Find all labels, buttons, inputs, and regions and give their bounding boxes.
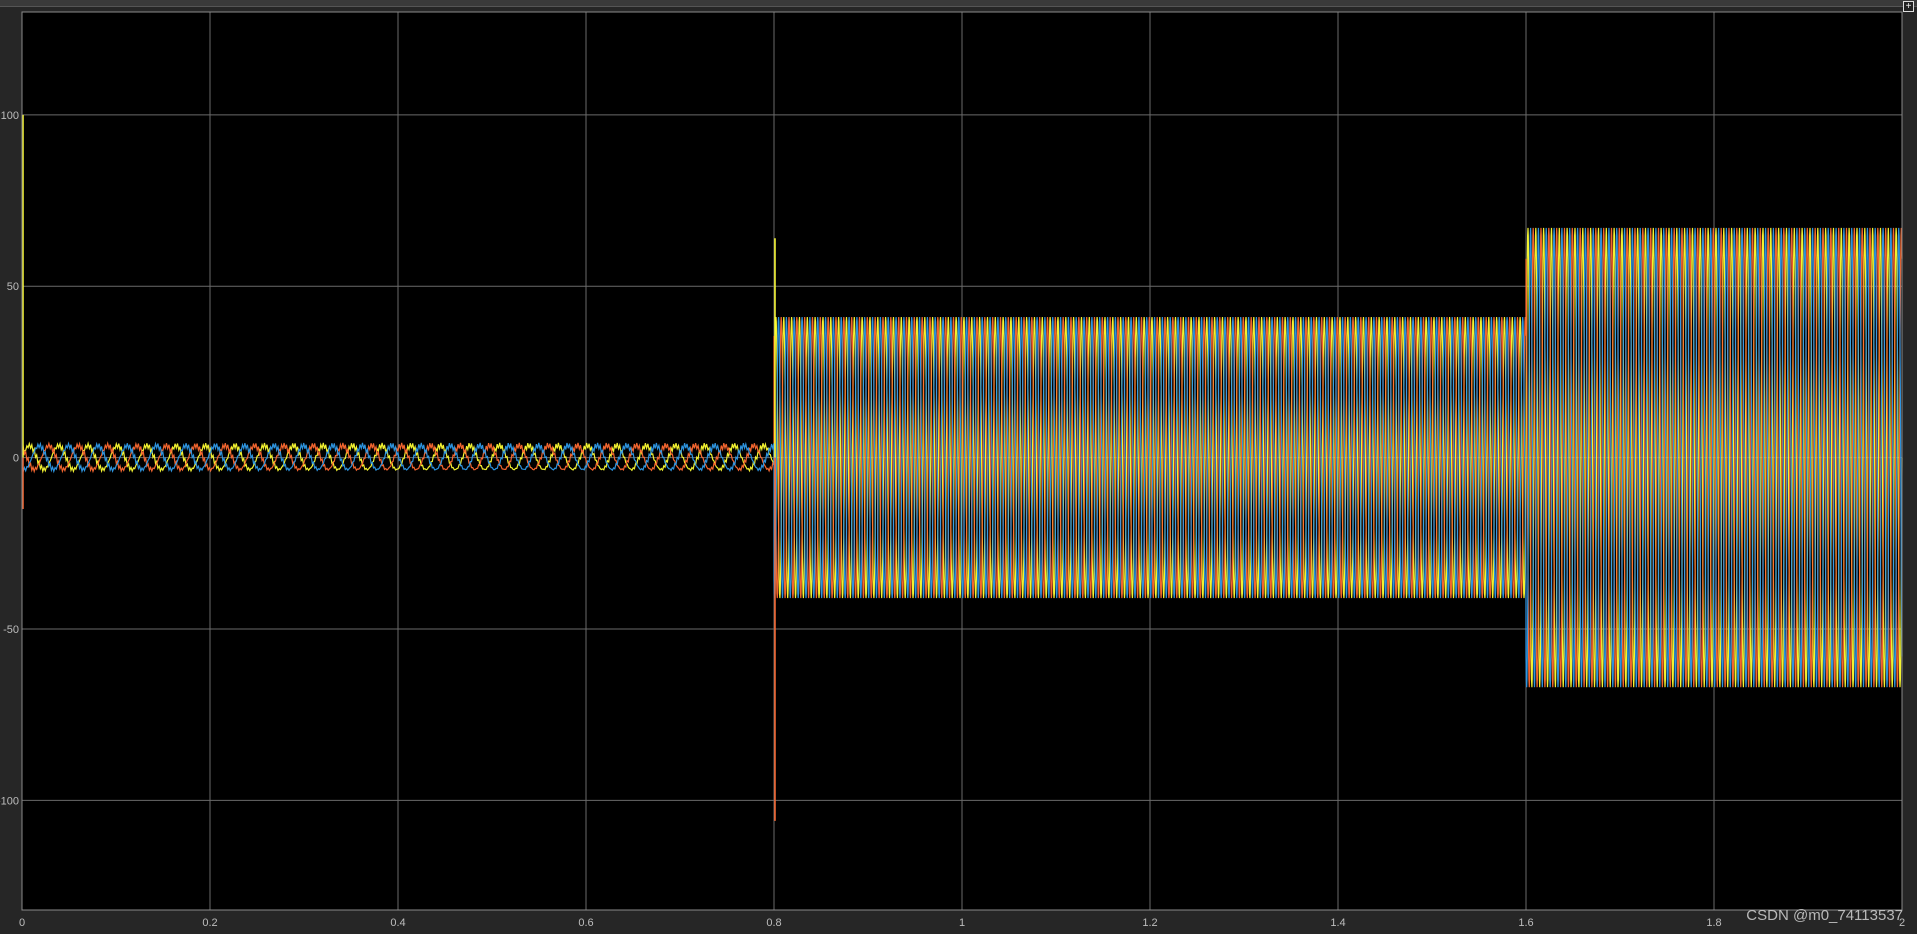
scope-plot: 00.20.40.60.811.21.41.61.82100500-50-100	[0, 11, 1905, 929]
x-tick-label: 1.4	[1330, 917, 1345, 929]
x-tick-label: 1	[959, 917, 965, 929]
scope-window: + 00.20.40.60.811.21.41.61.82100500-50-1…	[0, 0, 1917, 934]
y-tick-label: 100	[1, 110, 19, 122]
x-tick-label: 0.6	[578, 917, 593, 929]
x-tick-label: 0.8	[766, 917, 781, 929]
x-tick-label: 0.4	[390, 917, 405, 929]
x-tick-label: 1.8	[1706, 917, 1721, 929]
y-tick-label: 50	[7, 281, 19, 293]
y-tick-label: 0	[13, 453, 19, 465]
x-tick-label: 0	[19, 917, 25, 929]
y-tick-label: -100	[0, 795, 19, 807]
x-tick-label: 0.2	[202, 917, 217, 929]
x-tick-label: 1.6	[1518, 917, 1533, 929]
x-tick-label: 1.2	[1142, 917, 1157, 929]
watermark-text: CSDN @m0_74113537	[1746, 907, 1903, 924]
y-tick-label: -50	[3, 624, 19, 636]
